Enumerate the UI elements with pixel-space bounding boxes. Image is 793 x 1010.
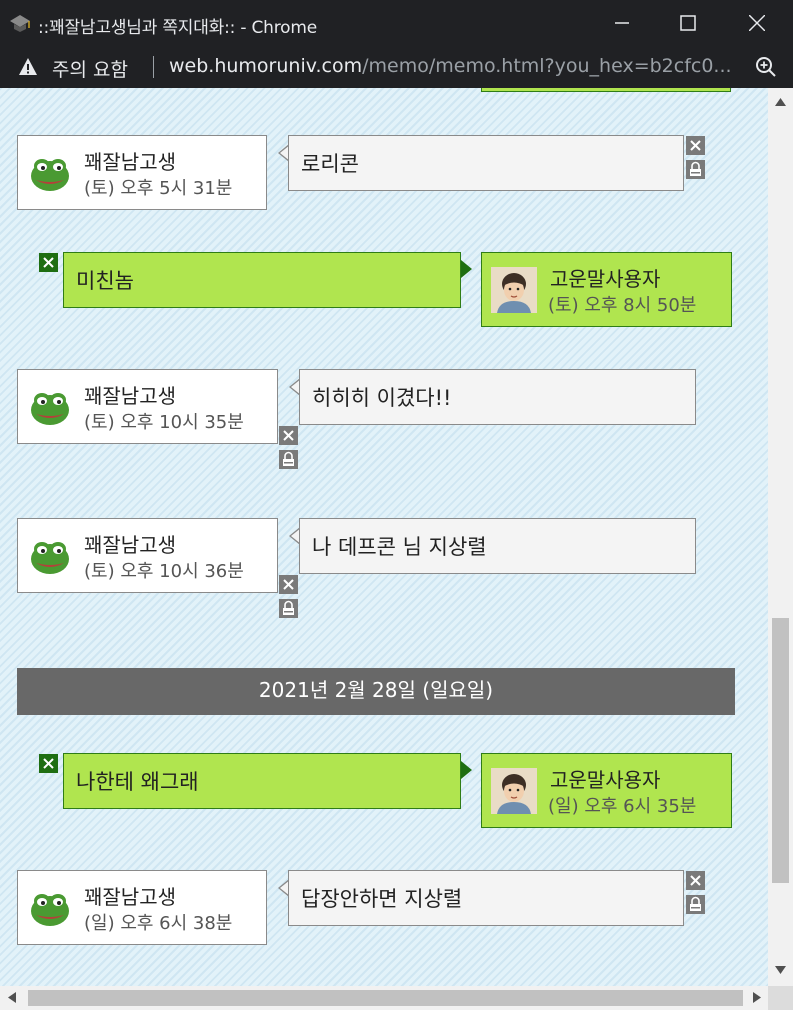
maximize-icon [680, 15, 696, 31]
close-icon [43, 257, 54, 268]
lock-icon [690, 896, 701, 911]
lock-icon [283, 600, 294, 615]
delete-message-button[interactable] [686, 136, 705, 155]
warning-icon [19, 58, 37, 75]
url-path: /memo/memo.html?you_hex=b2cfc0... [362, 55, 732, 77]
scroll-right-arrow-icon[interactable] [753, 992, 761, 1003]
delete-message-button[interactable] [39, 253, 58, 272]
lock-message-button[interactable] [686, 160, 705, 179]
minimize-icon [615, 22, 629, 24]
address-bar[interactable]: 주의 요함 web.humoruniv.com/memo/memo.html?y… [0, 46, 793, 88]
conversation-pane[interactable]: 꽤잘남고생 (토) 오후 5시 31분 로리콘 미친놈 고운말사용자 (토) 오… [0, 88, 768, 986]
sender-card[interactable]: 꽤잘남고생 (일) 오후 6시 38분 [17, 870, 267, 945]
url-text[interactable]: web.humoruniv.com/memo/memo.html?you_hex… [169, 55, 732, 77]
delete-message-button[interactable] [279, 575, 298, 594]
scroll-left-arrow-icon[interactable] [8, 992, 16, 1003]
message-time: (토) 오후 5시 31분 [84, 178, 233, 199]
previous-message-card [481, 88, 731, 92]
bubble-tail [461, 761, 472, 779]
sender-name: 고운말사용자 [550, 768, 661, 792]
maximize-button[interactable] [655, 0, 721, 46]
vertical-scrollbar[interactable] [768, 88, 793, 986]
lock-icon [283, 451, 294, 466]
lock-icon [690, 161, 701, 176]
sender-name: 꽤잘남고생 [84, 533, 176, 557]
message-bubble: 히히히 이겼다!! [299, 369, 696, 425]
message-time: (토) 오후 8시 50분 [548, 295, 697, 316]
scroll-up-arrow-icon[interactable] [775, 98, 786, 106]
frog-avatar-icon [31, 393, 69, 425]
close-icon [749, 15, 765, 31]
sender-name: 꽤잘남고생 [84, 150, 176, 174]
message-bubble: 로리콘 [288, 135, 684, 191]
frog-avatar-icon [31, 894, 69, 926]
window-titlebar: ::꽤잘남고생님과 쪽지대화:: - Chrome [0, 0, 793, 46]
message-bubble: 답장안하면 지상렬 [288, 870, 684, 926]
lock-message-button[interactable] [279, 450, 298, 469]
date-divider: 2021년 2월 28일 (일요일) [17, 668, 735, 715]
window-title: ::꽤잘남고생님과 쪽지대화:: - Chrome [38, 18, 317, 38]
graduation-cap-icon [10, 15, 30, 32]
sender-name: 고운말사용자 [550, 267, 661, 291]
url-host: web.humoruniv.com [169, 55, 363, 77]
zoom-icon[interactable] [754, 55, 778, 79]
sender-card[interactable]: 꽤잘남고생 (토) 오후 10시 35분 [17, 369, 278, 444]
bubble-tail [461, 260, 472, 278]
message-time: (토) 오후 10시 35분 [84, 412, 244, 433]
close-icon [690, 140, 701, 151]
child-avatar-icon [491, 768, 537, 814]
scrollbar-corner [768, 986, 793, 1010]
scroll-down-arrow-icon[interactable] [775, 966, 786, 974]
sender-name: 꽤잘남고생 [84, 885, 176, 909]
delete-message-button[interactable] [279, 426, 298, 445]
message-time: (일) 오후 6시 38분 [84, 913, 233, 934]
delete-message-button[interactable] [686, 871, 705, 890]
security-warning-label[interactable]: 주의 요함 [52, 55, 128, 82]
frog-avatar-icon [31, 159, 69, 191]
address-separator [153, 56, 154, 78]
frog-avatar-icon [31, 542, 69, 574]
delete-message-button[interactable] [39, 754, 58, 773]
message-bubble: 미친놈 [63, 252, 461, 308]
close-icon [283, 579, 294, 590]
message-time: (토) 오후 10시 36분 [84, 561, 244, 582]
sender-card[interactable]: 꽤잘남고생 (토) 오후 5시 31분 [17, 135, 267, 210]
close-icon [283, 430, 294, 441]
lock-message-button[interactable] [686, 895, 705, 914]
horizontal-scroll-thumb[interactable] [28, 990, 743, 1006]
minimize-button[interactable] [589, 0, 655, 46]
child-avatar-icon [491, 267, 537, 313]
message-bubble: 나한테 왜그래 [63, 753, 461, 809]
sender-card[interactable]: 꽤잘남고생 (토) 오후 10시 36분 [17, 518, 278, 593]
horizontal-scrollbar[interactable] [0, 986, 768, 1010]
sender-card[interactable]: 고운말사용자 (일) 오후 6시 35분 [481, 753, 732, 828]
lock-message-button[interactable] [279, 599, 298, 618]
message-bubble: 나 데프콘 님 지상렬 [299, 518, 696, 574]
message-time: (일) 오후 6시 35분 [548, 796, 697, 817]
close-window-button[interactable] [724, 0, 790, 46]
sender-name: 꽤잘남고생 [84, 384, 176, 408]
close-icon [690, 875, 701, 886]
close-icon [43, 758, 54, 769]
sender-card[interactable]: 고운말사용자 (토) 오후 8시 50분 [481, 252, 732, 327]
vertical-scroll-thumb[interactable] [772, 618, 789, 883]
